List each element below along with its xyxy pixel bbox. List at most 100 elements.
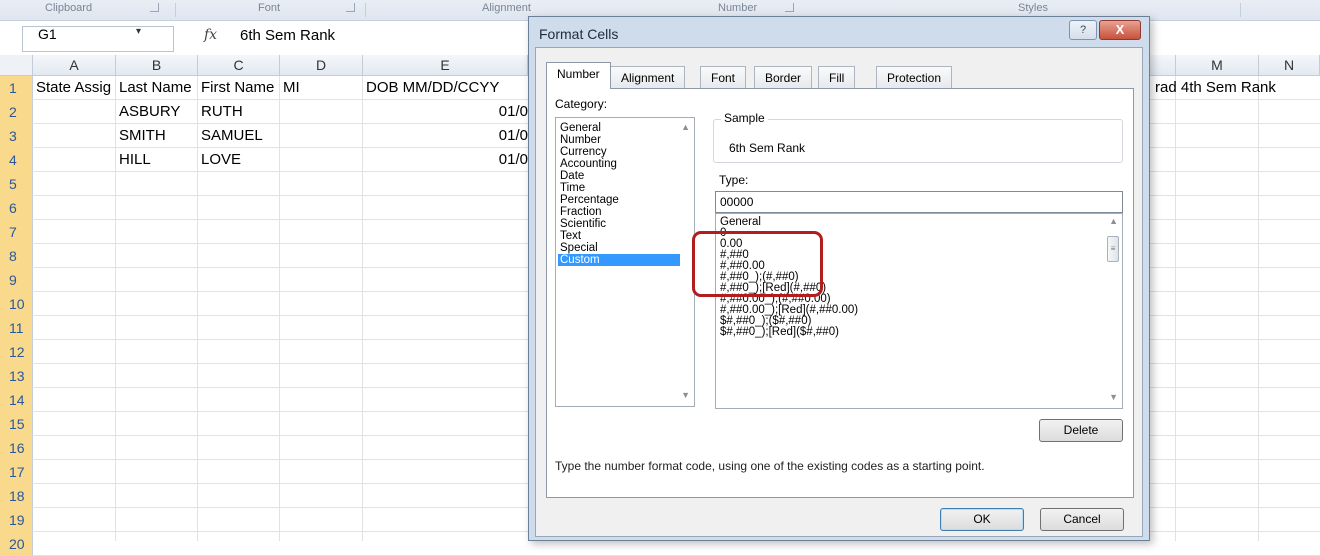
row-header[interactable]: 19 (0, 508, 33, 532)
category-item[interactable]: General (558, 122, 680, 134)
ribbon-group-alignment: Alignment (482, 2, 531, 14)
row-header[interactable]: 13 (0, 364, 33, 388)
formula-input[interactable]: 6th Sem Rank (240, 27, 335, 44)
sample-label: Sample (721, 111, 768, 125)
type-format-item[interactable]: $#,##0_);[Red]($#,##0) (720, 326, 839, 338)
row-header[interactable]: 7 (0, 220, 33, 244)
number-tab-panel: Category: ▲ ▼ General Number Currency Accou… (546, 88, 1134, 498)
column-header-n[interactable]: N (1259, 55, 1320, 76)
category-item[interactable]: Percentage (558, 194, 680, 206)
delete-button[interactable]: Delete (1039, 419, 1123, 442)
cell-l1[interactable]: rad 4th Sem Rank (1152, 76, 1320, 100)
scroll-down-icon[interactable]: ▼ (681, 390, 690, 400)
scroll-up-icon[interactable]: ▲ (1109, 216, 1118, 226)
close-button[interactable]: X (1099, 20, 1141, 40)
cancel-button[interactable]: Cancel (1040, 508, 1124, 531)
ribbon-group-clipboard: Clipboard (45, 2, 93, 14)
type-highlight-annotation (692, 231, 823, 297)
category-item[interactable]: Date (558, 170, 680, 182)
category-item[interactable]: Currency (558, 146, 680, 158)
cell-c1[interactable]: First Name (198, 76, 280, 100)
sample-value: 6th Sem Rank (729, 141, 806, 155)
type-label: Type: (719, 173, 749, 187)
cell-e4[interactable]: 01/0 (363, 148, 528, 172)
category-item[interactable]: Text (558, 230, 680, 242)
category-item[interactable]: Fraction (558, 206, 680, 218)
row-header[interactable]: 14 (0, 388, 33, 412)
column-header-a[interactable]: A (33, 55, 116, 76)
column-header-e[interactable]: E (363, 55, 528, 76)
row-header[interactable]: 15 (0, 412, 33, 436)
column-header-c[interactable]: C (198, 55, 280, 76)
row-header[interactable]: 6 (0, 196, 33, 220)
cell-c4[interactable]: LOVE (198, 148, 280, 172)
scroll-thumb[interactable]: ≡ (1107, 236, 1119, 262)
category-item[interactable]: Custom (558, 254, 680, 266)
grid-line (1258, 76, 1259, 541)
row-header[interactable]: 17 (0, 460, 33, 484)
ribbon-divider (1240, 3, 1241, 17)
column-header-b[interactable]: B (116, 55, 198, 76)
cell-c2[interactable]: RUTH (198, 100, 280, 124)
column-header-l[interactable] (1150, 55, 1176, 76)
row-header[interactable]: 10 (0, 292, 33, 316)
cell-a1[interactable]: State Assig (33, 76, 115, 100)
ribbon-divider (175, 3, 176, 17)
category-item[interactable]: Accounting (558, 158, 680, 170)
select-all-corner[interactable] (0, 55, 33, 76)
tab-font[interactable]: Font (700, 66, 747, 88)
row-header[interactable]: 1 (0, 76, 33, 100)
dialog-body: Number Alignment Font Border Fill Protec… (535, 47, 1143, 537)
ribbon-group-number: Number (718, 2, 758, 14)
row-header[interactable]: 5 (0, 172, 33, 196)
row-header[interactable]: 12 (0, 340, 33, 364)
row-header[interactable]: 20 (0, 532, 33, 556)
cell-d1[interactable]: MI (280, 76, 362, 100)
row-header[interactable]: 9 (0, 268, 33, 292)
help-button[interactable]: ? (1069, 20, 1097, 40)
clipboard-launcher-icon[interactable] (150, 3, 159, 12)
font-launcher-icon[interactable] (346, 3, 355, 12)
cell-b4[interactable]: HILL (116, 148, 198, 172)
help-icon: ? (1079, 24, 1087, 36)
number-launcher-icon[interactable] (785, 3, 794, 12)
ok-button[interactable]: OK (940, 508, 1024, 531)
tab-protection[interactable]: Protection (876, 66, 953, 88)
row-header[interactable]: 8 (0, 244, 33, 268)
row-header[interactable]: 2 (0, 100, 33, 124)
category-list[interactable]: ▲ ▼ General Number Currency Accounting Date T… (555, 117, 695, 407)
cell-e3[interactable]: 01/0 (363, 124, 528, 148)
cell-c3[interactable]: SAMUEL (198, 124, 280, 148)
row-header[interactable]: 18 (0, 484, 33, 508)
category-item[interactable]: Time (558, 182, 680, 194)
cell-b2[interactable]: ASBURY (116, 100, 198, 124)
cell-e1[interactable]: DOB MM/DD/CCYY (363, 76, 528, 100)
cell-b3[interactable]: SMITH (116, 124, 198, 148)
type-format-item[interactable]: General (720, 216, 761, 228)
tab-fill[interactable]: Fill (818, 66, 856, 88)
column-header-m[interactable]: M (1176, 55, 1259, 76)
format-cells-dialog: Format Cells ? X Number Alignment Font B… (528, 16, 1150, 541)
dialog-title: Format Cells (539, 26, 619, 42)
category-item[interactable]: Special (558, 242, 680, 254)
ribbon-group-font: Font (258, 2, 281, 14)
column-header-d[interactable]: D (280, 55, 363, 76)
tab-number[interactable]: Number (546, 62, 611, 89)
type-input[interactable]: 00000 (715, 191, 1123, 213)
category-item[interactable]: Number (558, 134, 680, 146)
tab-alignment[interactable]: Alignment (610, 66, 686, 88)
scroll-down-icon[interactable]: ▼ (1109, 392, 1118, 402)
scroll-up-icon[interactable]: ▲ (681, 122, 690, 132)
ribbon-divider (365, 3, 366, 17)
type-list-scrollbar[interactable]: ▲ ≡ ▼ (1106, 216, 1120, 404)
row-header[interactable]: 11 (0, 316, 33, 340)
row-header[interactable]: 4 (0, 148, 33, 172)
row-header[interactable]: 16 (0, 436, 33, 460)
insert-function-icon[interactable]: fx (204, 27, 217, 43)
cell-b1[interactable]: Last Name (116, 76, 198, 100)
row-header[interactable]: 3 (0, 124, 33, 148)
tab-border[interactable]: Border (754, 66, 813, 88)
name-box-dropdown-icon[interactable]: ▾ (136, 26, 141, 37)
cell-e2[interactable]: 01/0 (363, 100, 528, 124)
category-item[interactable]: Scientific (558, 218, 680, 230)
